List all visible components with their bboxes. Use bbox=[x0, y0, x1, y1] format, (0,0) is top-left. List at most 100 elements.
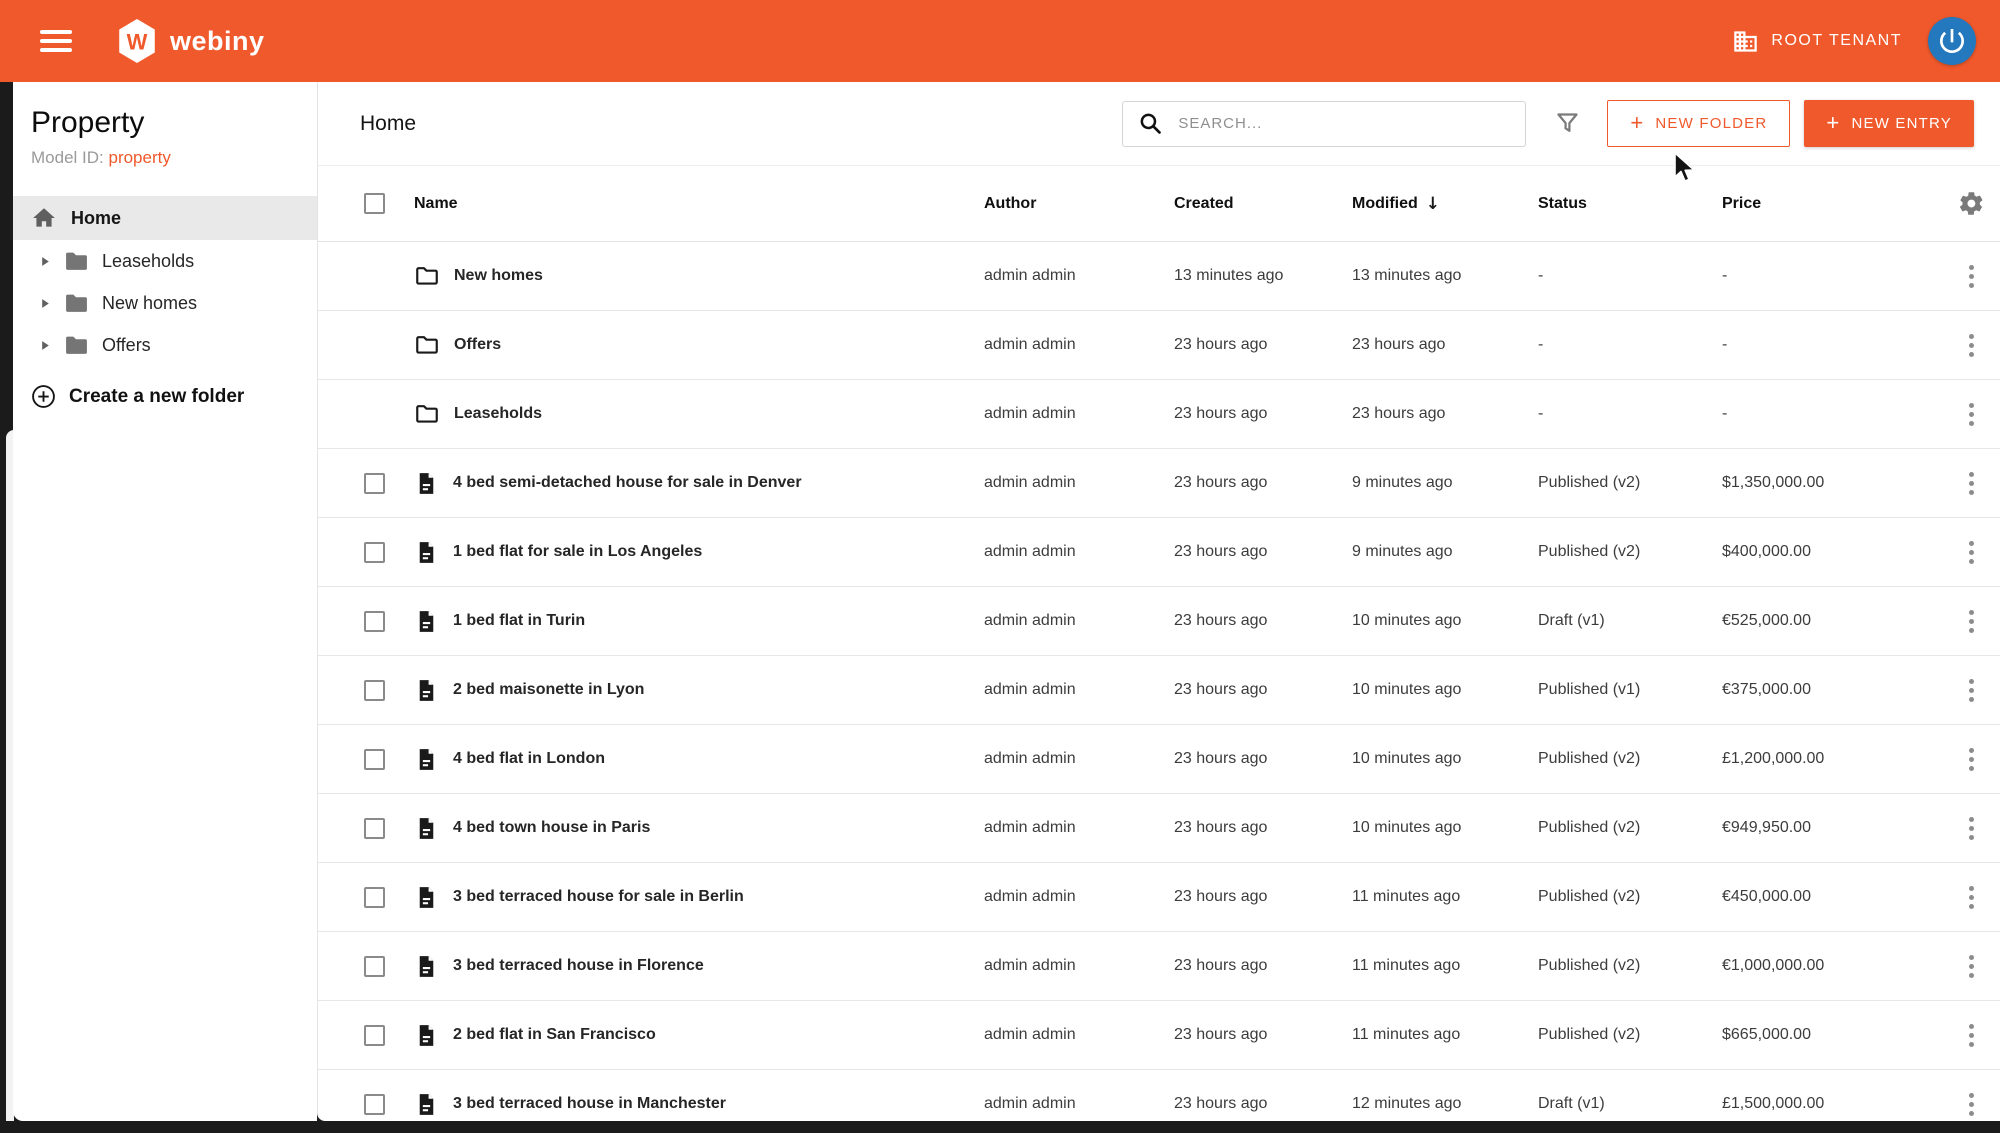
row-author: admin admin bbox=[984, 750, 1174, 768]
content-toolbar: Home + NEW FOLDER + NEW ENTRY bbox=[318, 82, 2000, 166]
table-row[interactable]: 1 bed flat for sale in Los Angeles admin… bbox=[318, 518, 2000, 587]
row-checkbox[interactable] bbox=[364, 887, 385, 908]
row-menu-button[interactable] bbox=[1963, 1087, 1980, 1122]
table-row[interactable]: 4 bed town house in Paris admin admin 23… bbox=[318, 794, 2000, 863]
row-name[interactable]: Leaseholds bbox=[454, 405, 542, 423]
row-menu-button[interactable] bbox=[1963, 811, 1980, 846]
table-row[interactable]: 2 bed flat in San Francisco admin admin … bbox=[318, 1001, 2000, 1070]
sidebar-item-home[interactable]: Home bbox=[13, 196, 317, 240]
column-header-created[interactable]: Created bbox=[1174, 195, 1352, 213]
row-menu-button[interactable] bbox=[1963, 604, 1980, 639]
row-name[interactable]: 4 bed town house in Paris bbox=[453, 819, 650, 837]
row-menu-button[interactable] bbox=[1963, 397, 1980, 432]
table-row[interactable]: Offers admin admin 23 hours ago 23 hours… bbox=[318, 311, 2000, 380]
sidebar-item-new-homes[interactable]: New homes bbox=[13, 282, 317, 324]
row-menu-button[interactable] bbox=[1963, 466, 1980, 501]
column-header-price[interactable]: Price bbox=[1722, 195, 1942, 213]
row-created: 23 hours ago bbox=[1174, 1026, 1352, 1044]
row-checkbox[interactable] bbox=[364, 542, 385, 563]
row-checkbox[interactable] bbox=[364, 611, 385, 632]
sidebar-item-leaseholds[interactable]: Leaseholds bbox=[13, 240, 317, 282]
row-price: €375,000.00 bbox=[1722, 681, 1942, 699]
row-created: 23 hours ago bbox=[1174, 474, 1352, 492]
row-name[interactable]: 3 bed terraced house in Manchester bbox=[453, 1095, 726, 1113]
table-row[interactable]: Leaseholds admin admin 23 hours ago 23 h… bbox=[318, 380, 2000, 449]
row-menu-button[interactable] bbox=[1963, 1018, 1980, 1053]
table-row[interactable]: 3 bed terraced house in Manchester admin… bbox=[318, 1070, 2000, 1121]
row-menu-button[interactable] bbox=[1963, 742, 1980, 777]
row-checkbox[interactable] bbox=[364, 473, 385, 494]
row-menu-button[interactable] bbox=[1963, 535, 1980, 570]
sidebar-item-label: Leaseholds bbox=[102, 251, 194, 272]
row-status: - bbox=[1538, 267, 1722, 285]
create-folder-button[interactable]: Create a new folder bbox=[13, 384, 317, 409]
column-header-author[interactable]: Author bbox=[984, 195, 1174, 213]
row-author: admin admin bbox=[984, 474, 1174, 492]
model-id: Model ID: property bbox=[13, 148, 317, 168]
row-checkbox[interactable] bbox=[364, 956, 385, 977]
select-all-checkbox[interactable] bbox=[364, 193, 385, 214]
row-created: 13 minutes ago bbox=[1174, 267, 1352, 285]
tenant-selector[interactable]: ROOT TENANT bbox=[1732, 28, 1902, 55]
row-checkbox[interactable] bbox=[364, 818, 385, 839]
search-input[interactable] bbox=[1176, 114, 1510, 133]
row-modified: 13 minutes ago bbox=[1352, 267, 1538, 285]
row-name[interactable]: 4 bed flat in London bbox=[453, 750, 605, 768]
row-checkbox[interactable] bbox=[364, 749, 385, 770]
menu-icon[interactable] bbox=[40, 30, 72, 52]
row-name[interactable]: 1 bed flat for sale in Los Angeles bbox=[453, 543, 702, 561]
row-checkbox[interactable] bbox=[364, 1025, 385, 1046]
row-name[interactable]: 1 bed flat in Turin bbox=[453, 612, 585, 630]
row-menu-button[interactable] bbox=[1963, 673, 1980, 708]
user-avatar[interactable] bbox=[1928, 17, 1976, 65]
document-icon bbox=[414, 609, 439, 634]
row-name[interactable]: 3 bed terraced house for sale in Berlin bbox=[453, 888, 744, 906]
table-row[interactable]: New homes admin admin 13 minutes ago 13 … bbox=[318, 242, 2000, 311]
model-sidebar: Property Model ID: property Home Leaseho… bbox=[13, 82, 317, 1121]
row-checkbox[interactable] bbox=[364, 680, 385, 701]
new-entry-button[interactable]: + NEW ENTRY bbox=[1804, 100, 1974, 147]
row-author: admin admin bbox=[984, 336, 1174, 354]
table-row[interactable]: 3 bed terraced house in Florence admin a… bbox=[318, 932, 2000, 1001]
table-row[interactable]: 3 bed terraced house for sale in Berlin … bbox=[318, 863, 2000, 932]
plus-icon: + bbox=[1826, 112, 1840, 134]
filter-button[interactable] bbox=[1550, 106, 1585, 141]
row-name[interactable]: 4 bed semi-detached house for sale in De… bbox=[453, 474, 802, 492]
column-header-status[interactable]: Status bbox=[1538, 195, 1722, 213]
row-modified: 23 hours ago bbox=[1352, 405, 1538, 423]
table-row[interactable]: 4 bed flat in London admin admin 23 hour… bbox=[318, 725, 2000, 794]
row-name[interactable]: 2 bed flat in San Francisco bbox=[453, 1026, 656, 1044]
row-price: €525,000.00 bbox=[1722, 612, 1942, 630]
row-name[interactable]: 3 bed terraced house in Florence bbox=[453, 957, 704, 975]
row-menu-button[interactable] bbox=[1963, 880, 1980, 915]
column-settings-button[interactable] bbox=[1958, 190, 1985, 217]
document-icon bbox=[414, 540, 439, 565]
search-box bbox=[1122, 101, 1526, 147]
table-row[interactable]: 1 bed flat in Turin admin admin 23 hours… bbox=[318, 587, 2000, 656]
chevron-right-icon[interactable] bbox=[39, 298, 51, 309]
folder-icon bbox=[414, 263, 440, 289]
table-row[interactable]: 4 bed semi-detached house for sale in De… bbox=[318, 449, 2000, 518]
table-header-row: Name Author Created Modified ↓ Status Pr… bbox=[318, 166, 2000, 242]
new-folder-button[interactable]: + NEW FOLDER bbox=[1607, 100, 1790, 147]
webiny-logo[interactable]: W webiny bbox=[116, 18, 265, 64]
row-menu-button[interactable] bbox=[1963, 328, 1980, 363]
sidebar-item-offers[interactable]: Offers bbox=[13, 324, 317, 366]
model-title: Property bbox=[13, 106, 317, 140]
row-menu-button[interactable] bbox=[1963, 259, 1980, 294]
row-name[interactable]: New homes bbox=[454, 267, 543, 285]
row-name[interactable]: Offers bbox=[454, 336, 501, 354]
chevron-right-icon[interactable] bbox=[39, 256, 51, 267]
document-icon bbox=[414, 471, 439, 496]
chevron-right-icon[interactable] bbox=[39, 340, 51, 351]
column-header-modified[interactable]: Modified ↓ bbox=[1352, 194, 1538, 214]
row-menu-button[interactable] bbox=[1963, 949, 1980, 984]
brand-wordmark: webiny bbox=[170, 26, 265, 57]
column-header-name[interactable]: Name bbox=[414, 195, 984, 213]
search-icon bbox=[1138, 111, 1163, 136]
row-status: Draft (v1) bbox=[1538, 1095, 1722, 1113]
row-name[interactable]: 2 bed maisonette in Lyon bbox=[453, 681, 644, 699]
row-author: admin admin bbox=[984, 819, 1174, 837]
table-row[interactable]: 2 bed maisonette in Lyon admin admin 23 … bbox=[318, 656, 2000, 725]
row-checkbox[interactable] bbox=[364, 1094, 385, 1115]
